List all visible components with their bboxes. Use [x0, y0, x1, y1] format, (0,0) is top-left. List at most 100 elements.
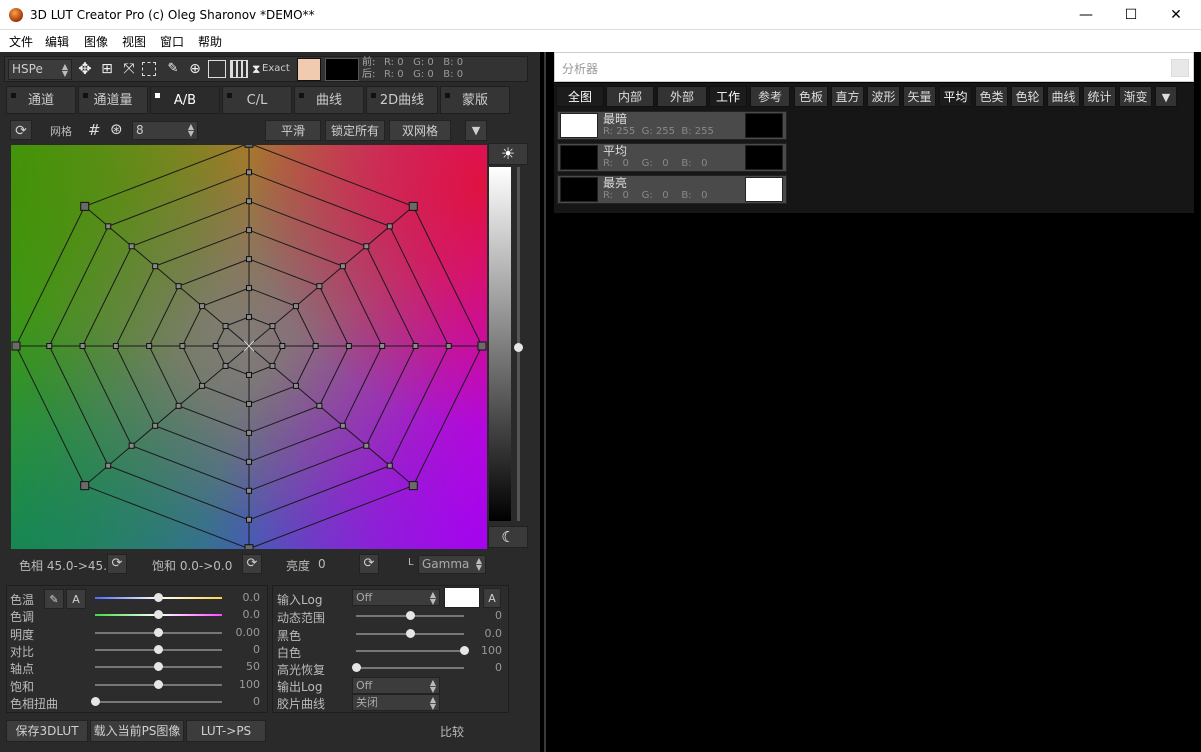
lightness-label: 明度	[10, 627, 35, 642]
analyzer-tab-13[interactable]: 统计	[1083, 86, 1116, 107]
after-swatch[interactable]	[325, 58, 359, 81]
analyzer-tab-2[interactable]: 外部	[657, 86, 707, 107]
select-rect-icon[interactable]	[142, 62, 156, 76]
contrast-knob[interactable]	[154, 644, 163, 654]
luminance-slider-knob[interactable]	[514, 343, 523, 352]
moon-icon[interactable]: ☾	[488, 526, 528, 548]
hue-reset-icon[interactable]: ⟳	[107, 554, 127, 574]
color-temp-knob[interactable]	[154, 593, 163, 602]
lightness-value: 0.00	[235, 625, 261, 639]
smooth-button[interactable]: 平滑	[265, 120, 321, 141]
grid-overlay	[11, 145, 487, 549]
analyzer-row-swatch-right	[745, 113, 783, 138]
dynamic-range-knob[interactable]	[405, 611, 415, 620]
menu-help[interactable]: 帮助	[198, 33, 222, 50]
lightness-knob[interactable]	[154, 627, 163, 637]
pivot-label: 轴点	[10, 662, 35, 677]
analyzer-tab-5[interactable]: 色板	[794, 86, 828, 107]
sat-reset-icon[interactable]: ⟳	[242, 554, 262, 574]
tab-cl[interactable]: C/L	[222, 86, 292, 114]
move-icon[interactable]: ✥	[75, 59, 95, 80]
analyzer-row-values: R: 255 G: 255 B: 255	[603, 126, 714, 137]
analyzer-tab-10[interactable]: 色类	[975, 86, 1008, 107]
lock-all-button[interactable]: 锁定所有	[325, 120, 385, 141]
close-button[interactable]: ✕	[1153, 0, 1199, 30]
analyzer-tab-4[interactable]: 参考	[750, 86, 790, 107]
highlight-recovery-knob[interactable]	[351, 663, 361, 672]
analyzer-tab-8[interactable]: 矢量	[903, 86, 936, 107]
load-ps-image-button[interactable]: 载入当前PS图像	[90, 720, 184, 742]
hue-twist-track[interactable]	[95, 700, 222, 703]
scale-icon[interactable]: ⤧	[119, 59, 139, 80]
tab-2d-curves[interactable]: 2D曲线	[366, 86, 438, 114]
brightness-reset-icon[interactable]: ⟳	[359, 554, 379, 574]
color-grid-canvas[interactable]	[11, 145, 487, 549]
analyzer-row: 最暗 R: 255 G: 255 B: 255	[557, 111, 787, 140]
tab-ab[interactable]: A/B	[150, 86, 220, 114]
toolbar: HSPe ▲ ▼ ✥ ⊞ ⤧ ✎ ⊕ ⧗ Exact 前: 后: R: 0 G: 0…	[4, 56, 528, 82]
menu-window[interactable]: 窗口	[160, 33, 184, 50]
analyzer-tab-7[interactable]: 波形	[867, 86, 900, 107]
saturation-value: 100	[239, 677, 260, 691]
analyzer-dropdown-icon[interactable]: ▼	[1155, 86, 1177, 107]
tab-channel[interactable]: 通道	[6, 86, 76, 114]
white-track[interactable]	[356, 650, 464, 652]
dropdown-arrow-icon[interactable]: ▼	[465, 120, 487, 141]
lut-to-ps-button[interactable]: LUT->PS	[186, 720, 266, 742]
analyzer-tab-11[interactable]: 色轮	[1011, 86, 1044, 107]
menu-edit[interactable]: 编辑	[45, 33, 69, 50]
minimize-button[interactable]: —	[1063, 0, 1109, 30]
exact-label[interactable]: Exact	[262, 63, 290, 74]
input-log-auto-button[interactable]: A	[483, 588, 501, 608]
grid-size-select[interactable]: 8 ▲ ▼	[132, 121, 198, 140]
sun-icon[interactable]: ☀	[488, 143, 528, 165]
hue-twist-knob[interactable]	[90, 696, 100, 706]
tab-mask[interactable]: 蒙版	[440, 86, 510, 114]
analyzer-tab-1[interactable]: 内部	[606, 86, 654, 107]
zoom-icon[interactable]: ⊕	[185, 59, 205, 80]
maximize-button[interactable]: ☐	[1108, 0, 1154, 30]
analyzer-tab-3[interactable]: 工作	[709, 86, 747, 107]
grid-view-icon[interactable]	[230, 60, 248, 78]
analyzer-row: 平均 R: 0 G: 0 B: 0	[557, 143, 787, 172]
compare-button[interactable]: 比较	[440, 723, 464, 740]
eyedropper-icon[interactable]: ✎	[163, 59, 183, 80]
tab-curves[interactable]: 曲线	[294, 86, 364, 114]
tab-channel-amount[interactable]: 通道量	[78, 86, 148, 114]
saturation-knob[interactable]	[154, 679, 163, 689]
analyzer-tab-12[interactable]: 曲线	[1047, 86, 1080, 107]
grid-square-icon[interactable]: #	[88, 121, 101, 139]
analyzer-tab-14[interactable]: 渐变	[1119, 86, 1152, 107]
before-swatch[interactable]	[297, 58, 321, 81]
eyedropper-wb-icon[interactable]: ✎	[44, 589, 64, 609]
l-label: L	[408, 557, 414, 568]
black-knob[interactable]	[405, 629, 415, 638]
save-3dlut-button[interactable]: 保存3DLUT	[6, 720, 88, 742]
analyzer-tab-9[interactable]: 平均	[939, 86, 972, 107]
auto-wb-button[interactable]: A	[66, 589, 86, 609]
fit-icon[interactable]	[208, 60, 226, 78]
grid-polar-icon[interactable]: ⊛	[110, 120, 123, 138]
analyzer-tab-6[interactable]: 直方	[831, 86, 864, 107]
colorspace-select[interactable]: HSPe ▲ ▼	[8, 59, 72, 80]
exact-arrow-icon: ⧗	[252, 62, 261, 76]
gamma-select[interactable]: Gamma ▲ ▼	[418, 555, 486, 574]
transform-icon[interactable]: ⊞	[97, 59, 117, 80]
menu-view[interactable]: 视图	[122, 33, 146, 50]
analyzer-close-button[interactable]	[1171, 59, 1189, 77]
panel-divider[interactable]	[540, 52, 554, 752]
analyzer-tab-0[interactable]: 全图	[556, 86, 604, 107]
input-log-select[interactable]: Off ▲ ▼	[352, 589, 440, 606]
double-grid-button[interactable]: 双网格	[389, 120, 451, 141]
film-curve-select[interactable]: 关闭 ▲ ▼	[352, 694, 440, 711]
highlight-recovery-track[interactable]	[356, 667, 464, 669]
analyzer-row-name: 最亮	[603, 176, 628, 190]
reset-icon[interactable]: ⟳	[10, 120, 32, 140]
menu-image[interactable]: 图像	[84, 33, 108, 50]
white-knob[interactable]	[459, 646, 469, 655]
analyzer-row-swatch-left	[560, 177, 598, 202]
analyzer-row: 最亮 R: 0 G: 0 B: 0	[557, 175, 787, 204]
input-log-swatch[interactable]	[444, 587, 480, 608]
menu-file[interactable]: 文件	[9, 33, 33, 50]
output-log-select[interactable]: Off ▲ ▼	[352, 677, 440, 694]
